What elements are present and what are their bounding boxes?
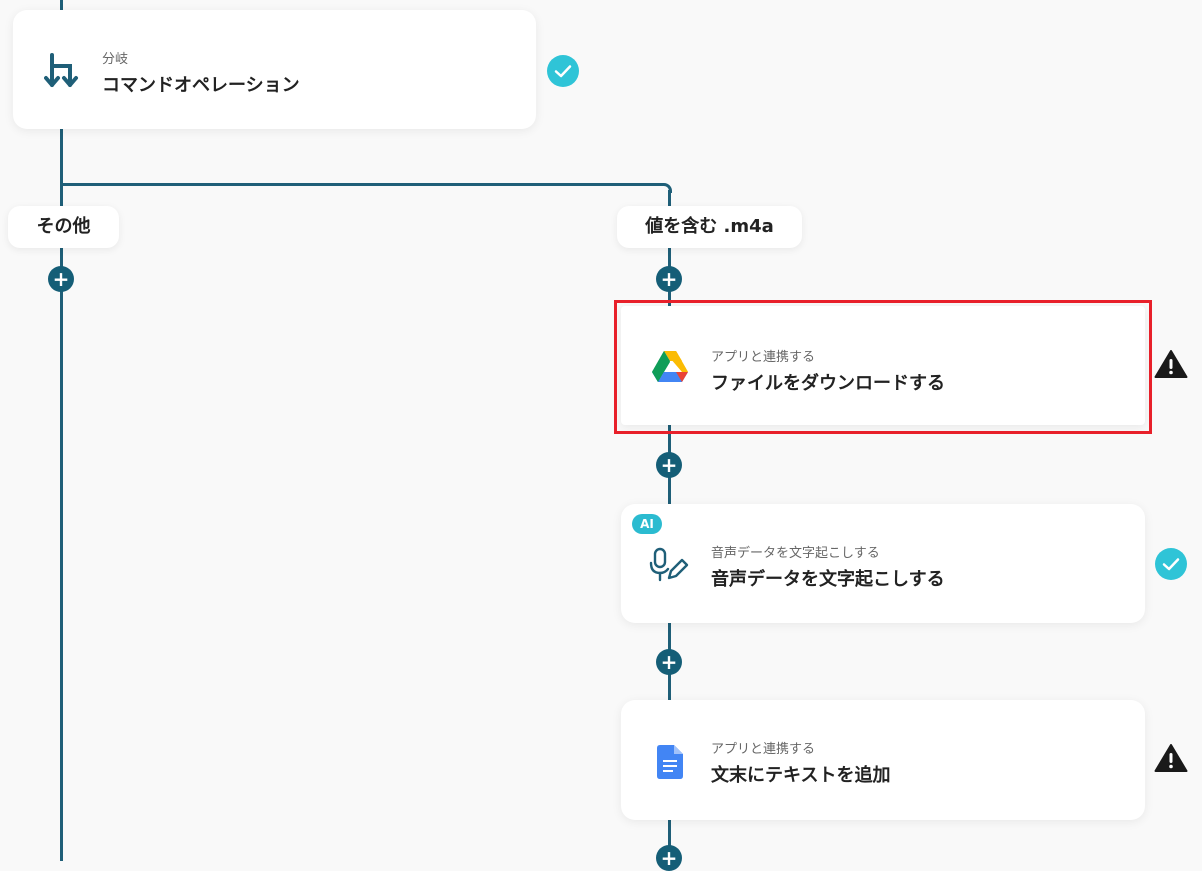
add-step-button-other[interactable]: + [48,266,74,292]
google-drive-icon [652,350,688,386]
add-step-button-2[interactable]: + [656,452,682,478]
add-step-button-1[interactable]: + [656,266,682,292]
branch-node-title: コマンドオペレーション [102,75,300,96]
branch-label-other[interactable]: その他 [8,206,119,248]
main-connector-line [60,0,63,861]
add-step-button-3[interactable]: + [656,649,682,675]
step-card-append-text[interactable]: アプリと連携する 文末にテキストを追加 [621,700,1145,820]
step-1-title: ファイルをダウンロードする [711,373,945,394]
ai-badge: AI [632,514,662,534]
add-step-button-4[interactable]: + [656,845,682,871]
step-3-title: 文末にテキストを追加 [711,765,891,786]
branch-horizontal-line [60,183,664,186]
branch-command-card[interactable]: 分岐 コマンドオペレーション [13,10,536,129]
branch-complete-check-icon [547,55,579,87]
step-2-subtitle: 音声データを文字起こしする [711,546,880,561]
branch-label-contains-m4a[interactable]: 値を含む .m4a [617,206,802,248]
step-card-transcribe-audio[interactable]: 音声データを文字起こしする 音声データを文字起こしする [621,504,1145,623]
google-docs-icon [657,745,683,783]
branch-node-subtitle: 分岐 [102,52,129,67]
step-1-warning-icon [1154,349,1188,379]
branch-icon [44,52,80,92]
step-3-warning-icon [1154,743,1188,773]
step-card-download-file[interactable]: アプリと連携する ファイルをダウンロードする [621,306,1145,425]
step-1-subtitle: アプリと連携する [711,350,816,365]
step-2-title: 音声データを文字起こしする [711,569,945,590]
step-3-subtitle: アプリと連携する [711,742,816,757]
step-2-check-icon [1155,548,1187,580]
microphone-pen-icon [649,546,689,590]
